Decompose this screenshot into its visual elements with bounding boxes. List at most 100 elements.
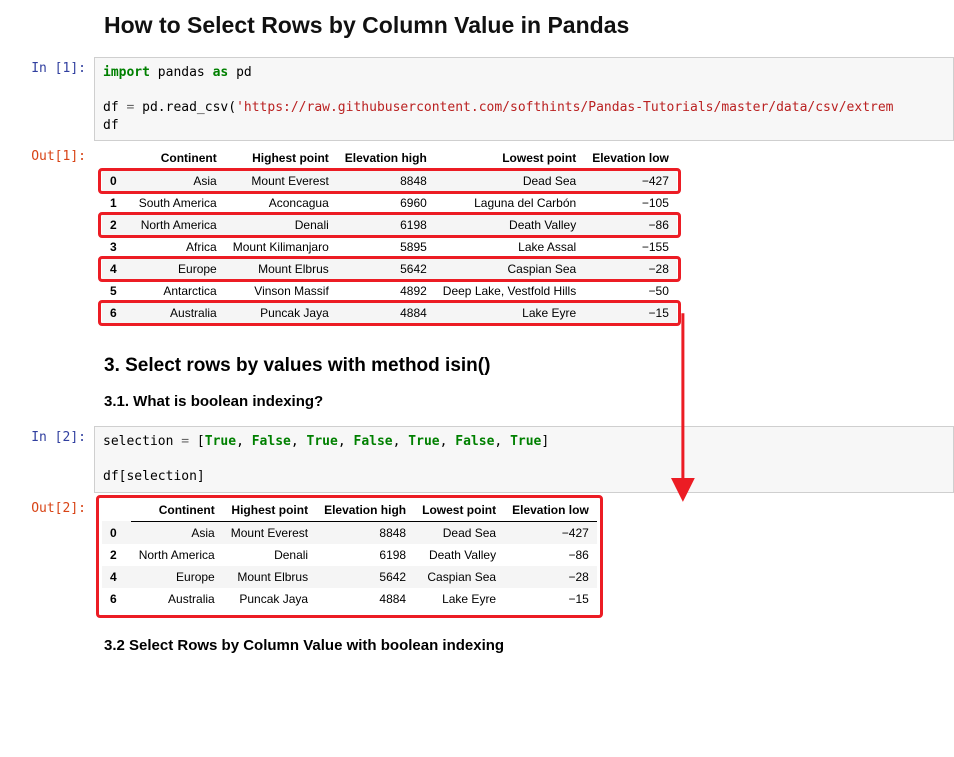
cell: Lake Eyre [435, 302, 584, 324]
column-header: Highest point [225, 147, 337, 170]
cell: Caspian Sea [435, 258, 584, 280]
table-row: 0AsiaMount Everest8848Dead Sea−427 [102, 170, 677, 193]
cell: Death Valley [414, 544, 504, 566]
cell: Europe [131, 258, 225, 280]
row-index: 4 [102, 566, 131, 588]
cell: South America [131, 192, 225, 214]
row-index: 6 [102, 302, 131, 324]
cell: Puncak Jaya [223, 588, 316, 610]
cell: −86 [584, 214, 677, 236]
section-heading-3: 3. Select rows by values with method isi… [104, 355, 954, 377]
cell: 8848 [316, 521, 414, 544]
cell: −105 [584, 192, 677, 214]
dataframe-table-2: ContinentHighest pointElevation highLowe… [102, 499, 597, 610]
cell: Asia [131, 170, 225, 193]
column-header: Elevation low [584, 147, 677, 170]
cell: Vinson Massif [225, 280, 337, 302]
cell: 8848 [337, 170, 435, 193]
cell: −15 [504, 588, 597, 610]
column-header: Elevation low [504, 499, 597, 522]
column-header: Elevation high [316, 499, 414, 522]
cell: Dead Sea [414, 521, 504, 544]
cell: Australia [131, 302, 225, 324]
cell: Lake Eyre [414, 588, 504, 610]
cell: 4884 [316, 588, 414, 610]
cell: −155 [584, 236, 677, 258]
cell: Puncak Jaya [225, 302, 337, 324]
row-index: 6 [102, 588, 131, 610]
row-index: 3 [102, 236, 131, 258]
column-header: Continent [131, 147, 225, 170]
cell: North America [131, 214, 225, 236]
dataframe-table-1: ContinentHighest pointElevation highLowe… [102, 147, 677, 324]
cell: North America [131, 544, 223, 566]
prompt-out-1: Out[1]: [0, 145, 94, 164]
code-input-1[interactable]: import pandas as pd df = pd.read_csv('ht… [94, 57, 954, 141]
cell: 5895 [337, 236, 435, 258]
column-header: Lowest point [414, 499, 504, 522]
table-row: 3AfricaMount Kilimanjaro5895Lake Assal−1… [102, 236, 677, 258]
cell: Mount Elbrus [225, 258, 337, 280]
cell: −86 [504, 544, 597, 566]
cell: 6960 [337, 192, 435, 214]
input-cell-2: In [2]: selection = [True, False, True, … [0, 426, 954, 493]
cell: 6198 [337, 214, 435, 236]
table-row: 6AustraliaPuncak Jaya4884Lake Eyre−15 [102, 588, 597, 610]
page-title: How to Select Rows by Column Value in Pa… [104, 12, 954, 39]
cell: 4884 [337, 302, 435, 324]
cell: 5642 [316, 566, 414, 588]
cell: Laguna del Carbón [435, 192, 584, 214]
jupyter-notebook: How to Select Rows by Column Value in Pa… [0, 0, 954, 655]
cell: Dead Sea [435, 170, 584, 193]
cell: Deep Lake, Vestfold Hills [435, 280, 584, 302]
cell: −28 [584, 258, 677, 280]
table-row: 6AustraliaPuncak Jaya4884Lake Eyre−15 [102, 302, 677, 324]
table-row: 2North AmericaDenali6198Death Valley−86 [102, 544, 597, 566]
table-row: 5AntarcticaVinson Massif4892Deep Lake, V… [102, 280, 677, 302]
cell: 6198 [316, 544, 414, 566]
cell: Mount Elbrus [223, 566, 316, 588]
table-row: 4EuropeMount Elbrus5642Caspian Sea−28 [102, 566, 597, 588]
output-cell-2: Out[2]: ContinentHighest pointElevation … [0, 497, 954, 613]
table-row: 0AsiaMount Everest8848Dead Sea−427 [102, 521, 597, 544]
cell: Antarctica [131, 280, 225, 302]
cell: Africa [131, 236, 225, 258]
row-index: 2 [102, 214, 131, 236]
input-cell-1: In [1]: import pandas as pd df = pd.read… [0, 57, 954, 141]
cell: Lake Assal [435, 236, 584, 258]
output-cell-1: Out[1]: ContinentHighest pointElevation … [0, 145, 954, 327]
cell: −427 [584, 170, 677, 193]
section-heading-3-2: 3.2 Select Rows by Column Value with boo… [104, 637, 954, 655]
row-index: 0 [102, 521, 131, 544]
row-index: 0 [102, 170, 131, 193]
output-1: ContinentHighest pointElevation highLowe… [94, 145, 954, 327]
cell: Mount Everest [225, 170, 337, 193]
row-index: 5 [102, 280, 131, 302]
code-input-2[interactable]: selection = [True, False, True, False, T… [94, 426, 954, 493]
cell: Australia [131, 588, 223, 610]
cell: −15 [584, 302, 677, 324]
cell: Mount Kilimanjaro [225, 236, 337, 258]
table-row: 2North AmericaDenali6198Death Valley−86 [102, 214, 677, 236]
row-index: 2 [102, 544, 131, 566]
cell: −427 [504, 521, 597, 544]
cell: −50 [584, 280, 677, 302]
table-row: 1South AmericaAconcagua6960Laguna del Ca… [102, 192, 677, 214]
cell: Denali [225, 214, 337, 236]
cell: Death Valley [435, 214, 584, 236]
cell: Caspian Sea [414, 566, 504, 588]
column-header: Lowest point [435, 147, 584, 170]
cell: Aconcagua [225, 192, 337, 214]
column-header: Elevation high [337, 147, 435, 170]
cell: 5642 [337, 258, 435, 280]
table-row: 4EuropeMount Elbrus5642Caspian Sea−28 [102, 258, 677, 280]
cell: 4892 [337, 280, 435, 302]
cell: Asia [131, 521, 223, 544]
prompt-out-2: Out[2]: [0, 497, 94, 516]
cell: Europe [131, 566, 223, 588]
column-header: Continent [131, 499, 223, 522]
row-index: 4 [102, 258, 131, 280]
prompt-in-1: In [1]: [0, 57, 94, 76]
cell: −28 [504, 566, 597, 588]
cell: Mount Everest [223, 521, 316, 544]
